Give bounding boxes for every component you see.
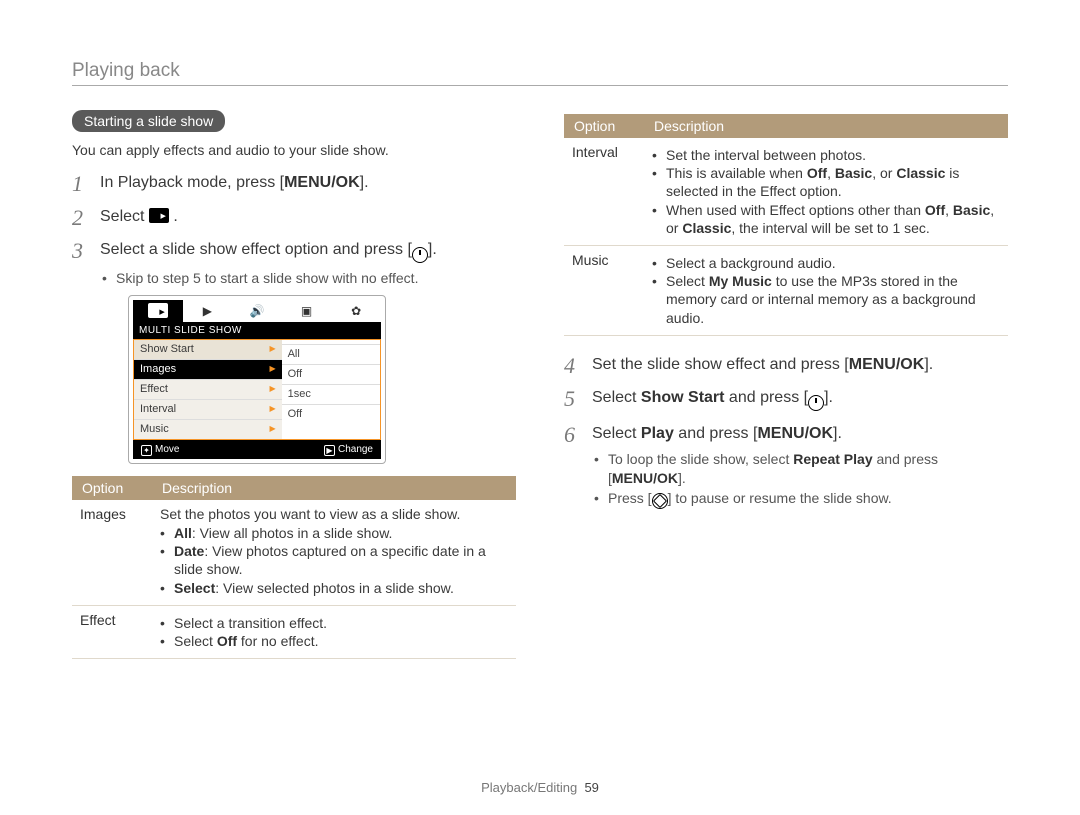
tab-settings-icon: ✿ (331, 300, 381, 322)
tab-slideshow-icon (133, 300, 183, 322)
row-interval: Interval Set the interval between photos… (564, 138, 1008, 245)
camera-row-effect: Effect▶ (134, 379, 282, 399)
camera-menu-title: MULTI SLIDE SHOW (133, 322, 381, 340)
camera-menu-list: Show Start▶ Images▶ Effect▶ Interval▶ Mu… (134, 339, 282, 438)
step-3-text-b: ]. (428, 241, 437, 258)
shutter-icon (412, 247, 428, 263)
th-description-r: Description (644, 114, 1008, 138)
camera-val-3: 1sec (282, 384, 380, 404)
steps-list-left: In Playback mode, press [MENU/OK]. Selec… (72, 172, 516, 464)
camera-row-showstart: Show Start▶ (134, 339, 282, 359)
camera-row-interval: Interval▶ (134, 399, 282, 419)
step-2: Select . (72, 206, 516, 228)
step-6-note-pause: Press [] to pause or resume the slide sh… (592, 489, 1008, 509)
step-1-text-c: ]. (360, 174, 369, 191)
row-images: Images Set the photos you want to view a… (72, 500, 516, 605)
row-music-name: Music (564, 245, 644, 335)
camera-foot-move: Move (155, 444, 179, 455)
camera-menu-values: All Off 1sec Off (282, 339, 380, 438)
row-effect-desc: Select a transition effect. Select Off f… (152, 605, 516, 658)
tab-display-icon: ▣ (282, 300, 332, 322)
step-1-text-a: In Playback mode, press [ (100, 174, 284, 191)
camera-val-2: Off (282, 364, 380, 384)
iris-icon (652, 493, 668, 509)
camera-row-images: Images▶ (134, 359, 282, 379)
shutter-icon (808, 395, 824, 411)
row-interval-name: Interval (564, 138, 644, 245)
th-option: Option (72, 476, 152, 500)
step-2-text: Select (100, 208, 149, 225)
step-4: Set the slide show effect and press [MEN… (564, 354, 1008, 376)
multi-slideshow-icon (149, 208, 169, 223)
page-footer: Playback/Editing 59 (0, 780, 1080, 795)
step-3: Select a slide show effect option and pr… (72, 239, 516, 464)
left-column: Starting a slide show You can apply effe… (72, 110, 516, 659)
row-effect: Effect Select a transition effect. Selec… (72, 605, 516, 658)
section-heading-pill: Starting a slide show (72, 110, 225, 132)
footer-page-number: 59 (584, 780, 598, 795)
tab-sound-icon: 🔊 (232, 300, 282, 322)
row-music: Music Select a background audio. Select … (564, 245, 1008, 335)
content-columns: Starting a slide show You can apply effe… (72, 110, 1008, 659)
camera-row-music: Music▶ (134, 419, 282, 439)
row-interval-desc: Set the interval between photos. This is… (644, 138, 1008, 245)
step-5: Select Show Start and press []. (564, 387, 1008, 411)
step-3-text-a: Select a slide show effect option and pr… (100, 241, 412, 258)
step-1: In Playback mode, press [MENU/OK]. (72, 172, 516, 194)
options-table-right: Option Description Interval Set the inte… (564, 114, 1008, 336)
step-1-bold: MENU/OK (284, 174, 360, 191)
camera-menu-screenshot: ▶ 🔊 ▣ ✿ MULTI SLIDE SHOW Show Start▶ Ima… (128, 295, 386, 464)
step-3-note: Skip to step 5 to start a slide show wit… (100, 269, 516, 287)
th-option-r: Option (564, 114, 644, 138)
footer-section: Playback/Editing (481, 780, 577, 795)
camera-val-4: Off (282, 404, 380, 424)
options-table-left: Option Description Images Set the photos… (72, 476, 516, 659)
step-6-note-repeat: To loop the slide show, select Repeat Pl… (592, 450, 1008, 486)
row-images-name: Images (72, 500, 152, 605)
page-title: Playing back (72, 60, 1008, 86)
table-header-row-r: Option Description (564, 114, 1008, 138)
row-effect-name: Effect (72, 605, 152, 658)
intro-text: You can apply effects and audio to your … (72, 142, 516, 158)
camera-tabs: ▶ 🔊 ▣ ✿ (133, 300, 381, 322)
step-6: Select Play and press [MENU/OK]. To loop… (564, 423, 1008, 509)
row-music-desc: Select a background audio. Select My Mus… (644, 245, 1008, 335)
steps-list-right: Set the slide show effect and press [MEN… (564, 354, 1008, 509)
right-column: Option Description Interval Set the inte… (564, 110, 1008, 659)
camera-foot-change: Change (338, 444, 373, 455)
tab-play-icon: ▶ (183, 300, 233, 322)
row-images-desc: Set the photos you want to view as a sli… (152, 500, 516, 605)
th-description: Description (152, 476, 516, 500)
camera-val-1: All (282, 344, 380, 364)
camera-footer: ✦Move ▶Change (133, 440, 381, 460)
table-header-row: Option Description (72, 476, 516, 500)
